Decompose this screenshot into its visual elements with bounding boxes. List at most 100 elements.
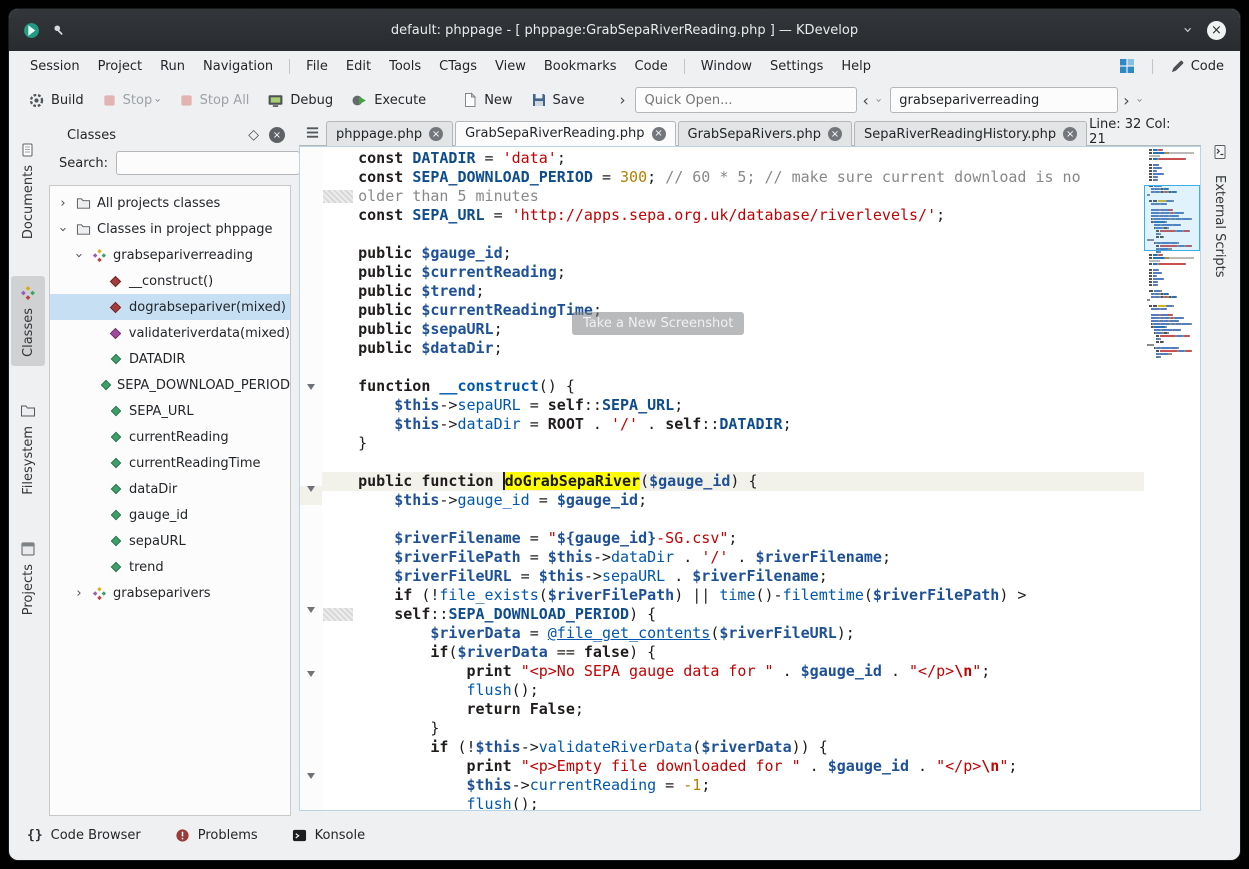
code-line[interactable]: $this->dataDir = ROOT . '/' . self::DATA… [322,415,1144,434]
code-line[interactable]: $riverFileURL = $this->sepaURL . $riverF… [322,567,1144,586]
tree-item-trend[interactable]: trend [50,554,290,580]
code-line[interactable]: print "<p>No SEPA gauge data for " . $ga… [322,662,1144,681]
fold-marker[interactable] [300,607,322,626]
class-search-input[interactable] [116,151,300,175]
code-line[interactable]: flush(); [322,681,1144,700]
tree-item-currentreading[interactable]: currentReading [50,424,290,450]
tree-item-gauge-id[interactable]: gauge_id [50,502,290,528]
tab-close-icon[interactable]: × [652,127,666,141]
tab-close-icon[interactable]: × [828,127,842,141]
code-line[interactable]: if (!file_exists($riverFilePath) || time… [322,586,1144,605]
code-line[interactable]: flush(); [322,795,1144,810]
fold-marker[interactable] [300,384,322,403]
pin-icon[interactable] [52,23,66,37]
code-line[interactable] [322,510,1144,529]
minimap[interactable] [1144,147,1200,810]
menu-bookmarks[interactable]: Bookmarks [535,59,626,74]
code-line[interactable]: public $gauge_id; [322,244,1144,263]
code-line[interactable]: if($riverData == false) { [322,643,1144,662]
save-button[interactable]: Save [522,88,594,112]
menu-file[interactable]: File [297,59,337,74]
code-line[interactable]: } [322,719,1144,738]
previous-item-button[interactable]: ‹ [857,91,873,110]
previous-dropdown-icon[interactable]: › [874,94,884,107]
editor-body[interactable]: const DATADIR = 'data'; const SEPA_DOWNL… [299,146,1201,811]
code-line[interactable] [322,358,1144,377]
menu-window[interactable]: Window [692,59,761,74]
editor-tab-grabseparivers-php[interactable]: GrabSepaRivers.php× [678,121,852,146]
code-line[interactable]: function __construct() { [322,377,1144,396]
tree-item-sepa-url[interactable]: SEPA_URL [50,398,290,424]
tree-item-all-projects-classes[interactable]: ›All projects classes [50,190,290,216]
sidebar-tab-external-scripts[interactable]: External Scripts [1203,135,1237,287]
tree-item-sepa-download-period[interactable]: SEPA_DOWNLOAD_PERIOD [50,372,290,398]
debug-button[interactable]: Debug [258,88,342,113]
dropdown-arrow-icon[interactable]: › [156,94,160,107]
expander-open-icon[interactable]: › [56,222,70,237]
code-line[interactable]: const SEPA_URL = 'http://apps.sepa.org.u… [322,206,1144,225]
menu-help[interactable]: Help [832,59,880,74]
expander-open-icon[interactable]: › [72,248,86,263]
search-input[interactable] [890,87,1118,113]
next-dropdown-icon[interactable]: › [1135,94,1145,107]
toolbar-extender-icon[interactable]: › [619,91,625,109]
execute-button[interactable]: Execute [342,88,435,113]
code-line[interactable] [322,225,1144,244]
tree-item-currentreadingtime[interactable]: currentReadingTime [50,450,290,476]
tree-item-datadir[interactable]: dataDir [50,476,290,502]
code-line[interactable]: public $trend; [322,282,1144,301]
editor-tab-grabsepariverreading-php[interactable]: GrabSepaRiverReading.php× [455,121,675,146]
code-line[interactable]: const DATADIR = 'data'; [322,149,1144,168]
expander-closed-icon[interactable]: › [56,196,70,211]
code-line[interactable]: public $currentReading; [322,263,1144,282]
tab-close-icon[interactable]: × [1063,127,1077,141]
code-line[interactable]: $riverFilename = "${gauge_id}-SG.csv"; [322,529,1144,548]
code-line[interactable]: public function doGrabSepaRiver($gauge_i… [322,472,1144,491]
menu-session[interactable]: Session [21,59,89,74]
tree-item-construct[interactable]: __construct() [50,268,290,294]
next-item-button[interactable]: › [1118,91,1134,110]
menu-ctags[interactable]: CTags [430,59,486,74]
sidebar-tab-filesystem[interactable]: Filesystem [11,394,45,504]
code-line[interactable] [322,453,1144,472]
shade-window-icon[interactable]: › [1185,22,1191,38]
code-line[interactable]: older than 5 minutes [322,187,1144,206]
tree-item-datadir[interactable]: DATADIR [50,346,290,372]
sidebar-tab-projects[interactable]: Projects [11,532,45,624]
minimap-viewport[interactable] [1144,185,1200,251]
tree-item-validateriverdata-mixed[interactable]: validateriverdata(mixed) [50,320,290,346]
editor-tab-separiverreadinghistory-php[interactable]: SepaRiverReadingHistory.php× [854,121,1087,146]
bottom-tab-konsole[interactable]: Konsole [292,828,365,843]
code-lines[interactable]: const DATADIR = 'data'; const SEPA_DOWNL… [322,147,1144,810]
menu-run[interactable]: Run [151,59,194,74]
sidebar-tab-documents[interactable]: Documents [11,133,45,248]
area-switcher-icon[interactable] [1119,58,1135,74]
close-window-button[interactable]: × [1207,21,1226,40]
menu-tools[interactable]: Tools [380,59,430,74]
code-line[interactable]: print "<p>Empty file downloaded for " . … [322,757,1144,776]
code-line[interactable]: $this->gauge_id = $gauge_id; [322,491,1144,510]
code-line[interactable]: public $dataDir; [322,339,1144,358]
tree-item-grabsepariverreading[interactable]: ›grabsepariverreading [50,242,290,268]
tree-item-dograbsepariver-mixed[interactable]: dograbsepariver(mixed) [50,294,290,320]
code-line[interactable]: if (!$this->validateRiverData($riverData… [322,738,1144,757]
sidebar-tab-classes[interactable]: Classes [11,276,45,366]
titlebar[interactable]: default: phppage - [ phppage:GrabSepaRiv… [9,9,1240,51]
code-line[interactable]: $riverData = @file_get_contents($riverFi… [322,624,1144,643]
tree-item-grabseparivers[interactable]: ›grabseparivers [50,580,290,606]
menu-project[interactable]: Project [89,59,151,74]
fold-marker[interactable] [300,671,322,690]
code-line[interactable]: const SEPA_DOWNLOAD_PERIOD = 300; // 60 … [322,168,1144,187]
document-list-icon[interactable] [305,125,320,140]
tab-close-icon[interactable]: × [429,127,443,141]
code-line[interactable]: $this->currentReading = -1; [322,776,1144,795]
fold-marker[interactable] [300,486,322,505]
menu-navigation[interactable]: Navigation [194,59,282,74]
code-line[interactable]: $this->sepaURL = self::SEPA_URL; [322,396,1144,415]
menu-settings[interactable]: Settings [761,59,832,74]
bottom-tab-code-browser[interactable]: {}Code Browser [27,828,141,843]
tree-item-classes-in-project-phppage[interactable]: ›Classes in project phppage [50,216,290,242]
expander-closed-icon[interactable]: › [72,586,86,601]
build-button[interactable]: Build [19,88,93,113]
fold-marker[interactable] [300,773,322,792]
